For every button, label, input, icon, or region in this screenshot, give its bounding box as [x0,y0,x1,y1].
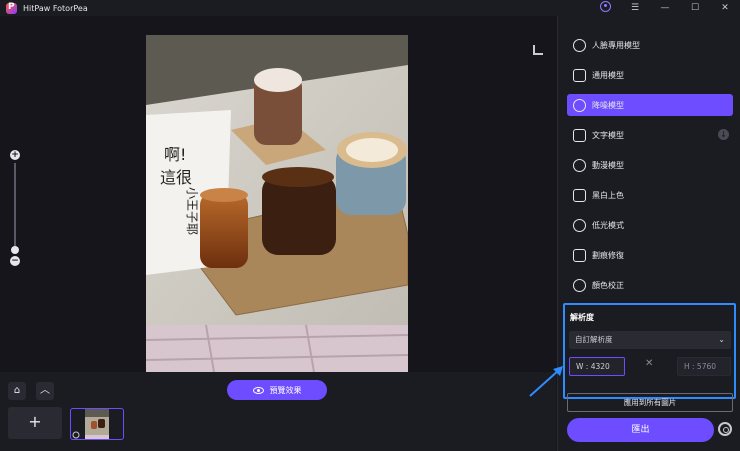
image-thumbnail[interactable] [70,408,124,440]
annotation-arrow-icon [529,366,563,397]
image-canvas: 啊! 這很 小王子耶 + − [0,16,556,384]
photo-image: 啊! 這很 小王子耶 [146,35,408,384]
model-item-anime[interactable]: 動漫模型 [567,154,733,176]
resolution-title: 解析度 [570,313,594,322]
model-sidebar: 人臉專用模型 通用模型 降噪模型 文字模型 ↓ 動漫模型 黑白上色 低光模式 劃… [557,16,740,451]
download-icon[interactable]: ↓ [718,129,729,140]
resolution-panel: 解析度 自訂解析度 ⌄ W : 4320 ✕ H : 5760 [563,303,736,399]
resolution-select[interactable]: 自訂解析度 ⌄ [569,331,731,349]
photo-preview: 啊! 這很 小王子耶 [146,35,408,384]
anime-icon [573,158,586,172]
preview-button[interactable]: 預覽效果 [227,380,327,400]
thumbnail-image [72,409,109,439]
text-icon [573,128,586,142]
export-button[interactable]: 匯出 [567,418,714,442]
zoom-slider[interactable] [14,163,16,253]
add-image-button[interactable]: + [8,407,62,439]
sign-text-3: 小王子耶 [185,187,199,235]
app-title: HitPaw FotorPea [23,3,88,13]
zoom-out-icon[interactable]: − [10,256,20,266]
model-item-text[interactable]: 文字模型 ↓ [567,124,733,146]
bottom-bar: ⌂ ︿ 預覽效果 + [0,372,556,451]
denoise-icon [573,98,586,112]
face-icon [573,38,586,52]
title-bar: HitPaw FotorPea ☰ — ☐ ✕ [0,0,740,16]
account-icon[interactable] [590,1,620,15]
window-controls: ☰ — ☐ ✕ [590,0,740,16]
app-logo [6,2,17,14]
chevron-up-button[interactable]: ︿ [36,382,54,400]
model-item-color-correction[interactable]: 顏色校正 [567,274,733,296]
preview-label: 預覽效果 [269,385,302,395]
color-correction-icon [573,278,586,292]
resolution-select-value: 自訂解析度 [575,335,613,344]
close-icon[interactable]: ✕ [710,3,740,13]
height-field[interactable]: H : 5760 [677,357,731,376]
model-item-general[interactable]: 通用模型 [567,64,733,86]
multiply-icon: ✕ [645,358,654,369]
apply-all-button[interactable]: 應用到所有圖片 [567,393,733,412]
sign-text-2: 這很 [160,168,192,187]
model-item-lowlight[interactable]: 低光模式 [567,214,733,236]
maximize-icon[interactable]: ☐ [680,3,710,13]
crop-icon[interactable] [533,45,543,55]
gear-icon[interactable] [718,422,732,436]
eye-icon [252,386,264,394]
colorize-icon [573,188,586,202]
model-item-colorize[interactable]: 黑白上色 [567,184,733,206]
model-item-face[interactable]: 人臉專用模型 [567,34,733,56]
width-field[interactable]: W : 4320 [569,357,625,376]
chevron-down-icon: ⌄ [718,335,725,344]
lowlight-icon [573,218,586,232]
zoom-slider-handle[interactable] [11,246,19,254]
zoom-in-icon[interactable]: + [10,150,20,160]
image-icon [573,68,586,82]
sign-text-1: 啊! [164,145,186,164]
minimize-icon[interactable]: — [650,3,680,13]
model-item-denoise[interactable]: 降噪模型 [567,94,733,116]
model-item-scratch[interactable]: 劃痕修復 [567,244,733,266]
home-button[interactable]: ⌂ [8,382,26,400]
menu-icon[interactable]: ☰ [620,3,650,13]
scratch-icon [573,248,586,262]
